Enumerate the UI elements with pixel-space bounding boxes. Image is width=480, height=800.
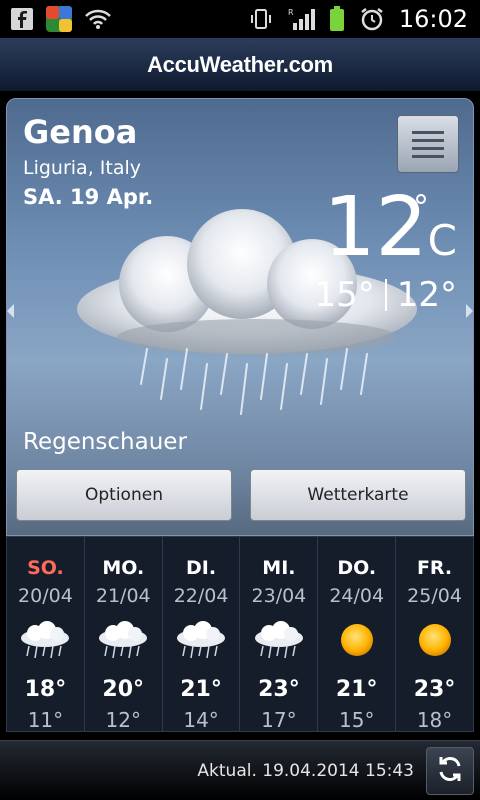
forecast-date: 24/04: [329, 585, 385, 607]
forecast-day[interactable]: DI. 22/04 21° 14°: [163, 537, 241, 732]
rain-cloud-icon: [163, 611, 240, 669]
previous-location-arrow-icon[interactable]: [7, 304, 14, 318]
forecast-day[interactable]: FR. 25/04 23° 18°: [396, 537, 473, 732]
forecast-high: 21°: [180, 677, 222, 702]
menu-icon-line: [412, 154, 444, 158]
last-updated-text: Aktual. 19.04.2014 15:43: [197, 760, 414, 781]
current-temperature: 12C °: [323, 187, 457, 269]
forecast-low: 12°: [105, 708, 141, 732]
forecast-date: 20/04: [18, 585, 73, 607]
forecast-day[interactable]: SO. 20/04 18° 11°: [7, 537, 85, 732]
high-temp: 15°: [314, 275, 375, 315]
forecast-high: 23°: [413, 677, 456, 702]
next-location-arrow-icon[interactable]: [466, 304, 473, 318]
forecast-day-name: MI.: [262, 557, 296, 579]
forecast-high: 18°: [24, 677, 67, 702]
hilo-divider: [384, 279, 387, 311]
wifi-icon: [84, 8, 112, 30]
city-name: Genoa: [23, 113, 138, 151]
forecast-day-name: MO.: [102, 557, 145, 579]
app-header: AccuWeather.com: [0, 38, 480, 92]
degree-symbol: °: [413, 188, 429, 226]
brand-logo: AccuWeather.com: [147, 51, 333, 77]
forecast-high: 23°: [258, 677, 300, 702]
roaming-label: R: [288, 8, 294, 17]
high-low-temps: 15° 12°: [314, 275, 457, 315]
forecast-low: 15°: [339, 708, 375, 732]
weather-map-button[interactable]: Wetterkarte: [250, 469, 466, 521]
status-bar: R 16:02: [0, 0, 480, 38]
forecast-date: 23/04: [251, 585, 307, 607]
current-conditions-card: Genoa Liguria, Italy SA. 19 Apr. 12C ° 1…: [6, 98, 474, 536]
current-date: SA. 19 Apr.: [23, 185, 154, 209]
menu-button[interactable]: [397, 115, 459, 173]
clock-time: 16:02: [398, 5, 468, 33]
forecast-date: 25/04: [407, 585, 462, 607]
rain-cloud-icon: [85, 611, 162, 669]
region-name: Liguria, Italy: [23, 157, 141, 179]
forecast-low: 18°: [416, 708, 453, 732]
refresh-button[interactable]: [426, 746, 474, 795]
forecast-high: 21°: [335, 677, 378, 702]
menu-icon-line: [412, 146, 444, 150]
daily-forecast: SO. 20/04 18° 11° MO. 21/04 20° 12° DI. …: [6, 536, 474, 732]
menu-icon-line: [412, 130, 444, 134]
forecast-day[interactable]: DO. 24/04 21° 15°: [318, 537, 397, 732]
forecast-low: 11°: [27, 708, 64, 732]
menu-icon-line: [412, 138, 444, 142]
temperature-unit: C: [427, 216, 457, 265]
vibrate-icon: [249, 7, 273, 31]
forecast-day-name: DO.: [337, 557, 377, 579]
rain-cloud-icon: [7, 611, 84, 669]
app-notification-icon: [44, 4, 74, 34]
forecast-low: 17°: [261, 708, 297, 732]
forecast-date: 21/04: [95, 585, 151, 607]
alarm-icon: [359, 6, 385, 32]
forecast-day[interactable]: MO. 21/04 20° 12°: [85, 537, 163, 732]
weather-condition: Regenschauer: [23, 429, 187, 455]
sun-icon: [318, 611, 395, 669]
forecast-day[interactable]: MI. 23/04 23° 17°: [240, 537, 319, 732]
signal-icon: R: [287, 7, 315, 31]
sun-icon: [396, 611, 473, 669]
bottom-bar: Aktual. 19.04.2014 15:43: [0, 740, 480, 800]
forecast-day-name: FR.: [416, 557, 453, 579]
rain-cloud-icon: [240, 611, 317, 669]
options-button[interactable]: Optionen: [16, 469, 232, 521]
forecast-high: 20°: [102, 677, 145, 702]
forecast-day-name: SO.: [27, 557, 64, 579]
facebook-icon: [10, 7, 34, 31]
low-temp: 12°: [396, 275, 457, 315]
battery-icon: [329, 6, 345, 32]
refresh-icon: [435, 754, 465, 788]
action-buttons: Optionen Wetterkarte: [16, 469, 466, 521]
forecast-low: 14°: [183, 708, 219, 732]
forecast-date: 22/04: [173, 585, 229, 607]
forecast-day-name: DI.: [186, 557, 217, 579]
